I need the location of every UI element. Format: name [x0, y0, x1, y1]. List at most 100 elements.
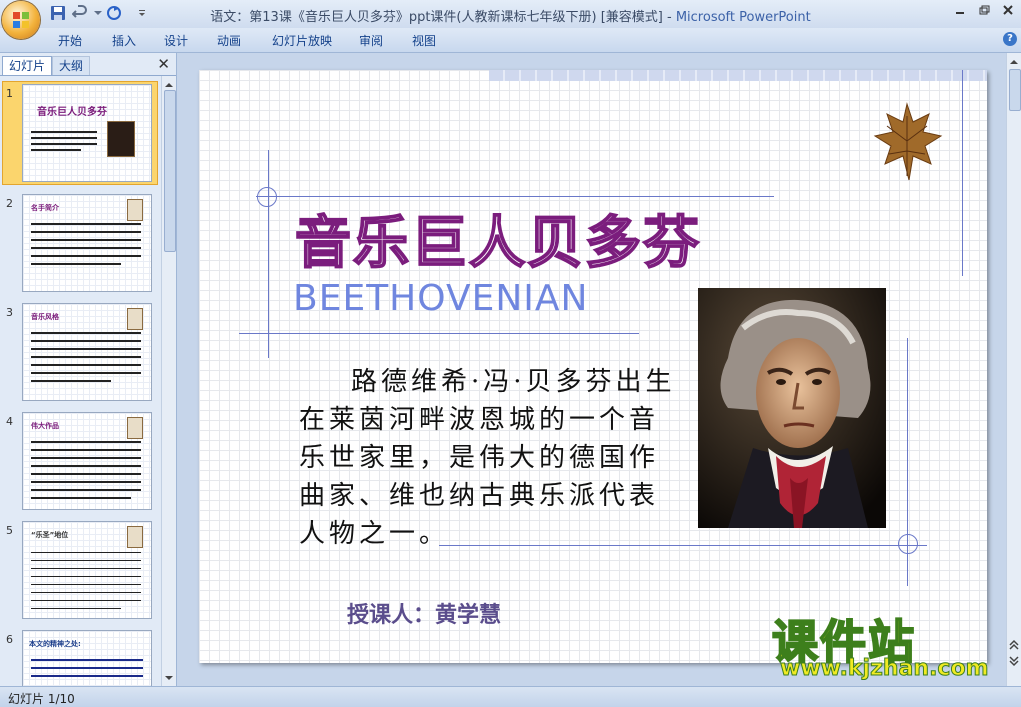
office-logo-icon [13, 12, 29, 28]
thumbnail-number: 2 [6, 197, 13, 210]
slide-body-text[interactable]: 路德维希·冯·贝多芬出生在莱茵河畔波恩城的一个音乐世家里，是伟大的德国作曲家、维… [299, 363, 681, 553]
slide-subtitle[interactable]: BEETHOVENIAN [293, 278, 588, 319]
slide-canvas[interactable]: 音乐巨人贝多芬 BEETHOVENIAN 路德维希·冯·贝多芬出生在莱茵河畔波恩… [199, 70, 987, 663]
previous-slide-icon[interactable] [1007, 638, 1021, 652]
watermark: 课件站 www.kjzhan.com [768, 606, 1004, 684]
thumbnail-text-line [31, 592, 141, 593]
thumbnail-text-line [31, 576, 141, 577]
tab-review[interactable]: 审阅 [359, 32, 383, 49]
slide-thumbnail-6[interactable]: 6 本文的精神之处: [0, 627, 160, 686]
title-bar: 语文：第13课《音乐巨人贝多芬》ppt课件(人教新课标七年级下册) [兼容模式]… [0, 0, 1021, 39]
slide-counter: 幻灯片 1/10 [8, 692, 75, 706]
tab-home[interactable]: 开始 [58, 32, 82, 49]
thumbnail-number: 6 [6, 633, 13, 646]
thumbnail-preview: 本文的精神之处: [22, 630, 152, 686]
thumbnail-text-line [31, 356, 141, 358]
thumbnail-text-line [31, 560, 141, 561]
thumbnail-portrait [127, 199, 143, 221]
close-button[interactable] [998, 4, 1018, 20]
teacher-label[interactable]: 授课人：黄学慧 [347, 597, 501, 629]
guide-line [256, 196, 774, 197]
watermark-url: www.kjzhan.com [780, 656, 990, 682]
thumbnail-preview: 音乐风格 [22, 303, 152, 401]
office-button[interactable] [2, 1, 40, 39]
restore-button[interactable] [974, 4, 994, 20]
decorative-strip [489, 70, 987, 81]
slide-thumbnail-3[interactable]: 3 音乐风格 [0, 300, 160, 408]
thumbnail-portrait [127, 417, 143, 439]
thumbnail-text-line [31, 473, 141, 475]
thumbnail-title: 名手简介 [31, 204, 59, 212]
thumbnail-text-line [31, 247, 141, 249]
thumbnail-number: 3 [6, 306, 13, 319]
portrait-icon [698, 288, 886, 528]
guide-line [268, 150, 269, 358]
scrollbar-thumb[interactable] [1009, 69, 1021, 111]
pane-tabs: 幻灯片 大纲 ✕ [0, 53, 176, 76]
slide-title[interactable]: 音乐巨人贝多芬 [294, 198, 701, 279]
thumbnail-number: 5 [6, 524, 13, 537]
guide-line [962, 70, 963, 276]
thumbnail-title: “乐圣”地位 [31, 531, 69, 539]
next-slide-icon[interactable] [1007, 654, 1021, 668]
thumbnail-text-line [31, 231, 141, 233]
scrollbar-thumb[interactable] [164, 90, 176, 252]
thumbnail-text-line [31, 489, 141, 491]
thumbnail-text-line [31, 608, 121, 609]
document-title: 语文：第13课《音乐巨人贝多芬》ppt课件(人教新课标七年级下册) [兼容模式] [210, 10, 663, 25]
thumbnail-text-line [31, 675, 143, 677]
beethoven-portrait[interactable] [698, 288, 886, 528]
thumbnail-text-line [31, 239, 141, 241]
slide-thumbnail-1[interactable]: 1 音乐巨人贝多芬 [0, 81, 160, 189]
scroll-up-icon[interactable] [1007, 56, 1021, 68]
tab-slideshow[interactable]: 幻灯片放映 [272, 32, 332, 49]
minimize-icon [956, 12, 964, 14]
tab-design[interactable]: 设计 [164, 32, 188, 49]
tab-animations[interactable]: 动画 [217, 32, 241, 49]
slide-thumbnail-2[interactable]: 2 名手简介 [0, 191, 160, 299]
tab-insert[interactable]: 插入 [112, 32, 136, 49]
thumbnail-text-line [31, 380, 111, 382]
tab-view[interactable]: 视图 [412, 32, 436, 49]
help-icon[interactable]: ? [1003, 32, 1017, 46]
pane-close-icon[interactable]: ✕ [157, 55, 170, 73]
thumbnail-preview: 伟大作品 [22, 412, 152, 510]
thumbnail-text-line [31, 568, 141, 569]
thumbnail-number: 4 [6, 415, 13, 428]
scroll-down-icon[interactable] [162, 672, 176, 684]
thumbnail-text-line [31, 441, 141, 443]
thumbnail-text-line [31, 584, 141, 585]
tab-outline[interactable]: 大纲 [52, 56, 91, 75]
slide-scrollbar[interactable] [1006, 53, 1021, 686]
ribbon: 开始 插入 设计 动画 幻灯片放映 审阅 视图 ? [0, 28, 1021, 53]
thumbnail-text-line [31, 131, 97, 133]
thumbnail-text-line [31, 497, 131, 499]
thumbnail-portrait [127, 308, 143, 330]
thumbnail-text-line [31, 552, 141, 553]
thumbnail-text-line [31, 340, 141, 342]
status-bar: 幻灯片 1/10 [0, 686, 1021, 707]
thumbnail-portrait [127, 526, 143, 548]
thumbnail-title: 音乐巨人贝多芬 [37, 107, 107, 118]
slide-thumbnail-4[interactable]: 4 伟大作品 [0, 409, 160, 517]
thumbnail-text-line [31, 372, 141, 374]
thumbnail-list: 1 音乐巨人贝多芬 2 名手简介 3 音乐风格 4 伟大作品 5 “乐圣”地位 … [0, 76, 160, 686]
thumbnail-text-line [31, 667, 143, 669]
guide-circle [898, 534, 918, 554]
thumbnail-text-line [31, 449, 141, 451]
thumbnail-text-line [31, 481, 141, 483]
thumbnail-portrait [107, 121, 135, 157]
thumbnail-scrollbar[interactable] [161, 76, 176, 686]
thumbnail-title: 音乐风格 [31, 313, 59, 321]
title-separator: - [662, 10, 676, 25]
thumbnail-preview: “乐圣”地位 [22, 521, 152, 619]
slide-thumbnail-5[interactable]: 5 “乐圣”地位 [0, 518, 160, 626]
tab-slides[interactable]: 幻灯片 [2, 56, 53, 75]
restore-icon [979, 5, 990, 15]
thumbnail-text-line [31, 223, 141, 225]
thumbnail-preview: 音乐巨人贝多芬 [22, 84, 152, 182]
thumbnail-text-line [31, 600, 141, 601]
thumbnail-text-line [31, 332, 141, 334]
thumbnail-number: 1 [6, 87, 13, 100]
minimize-button[interactable] [950, 4, 970, 20]
